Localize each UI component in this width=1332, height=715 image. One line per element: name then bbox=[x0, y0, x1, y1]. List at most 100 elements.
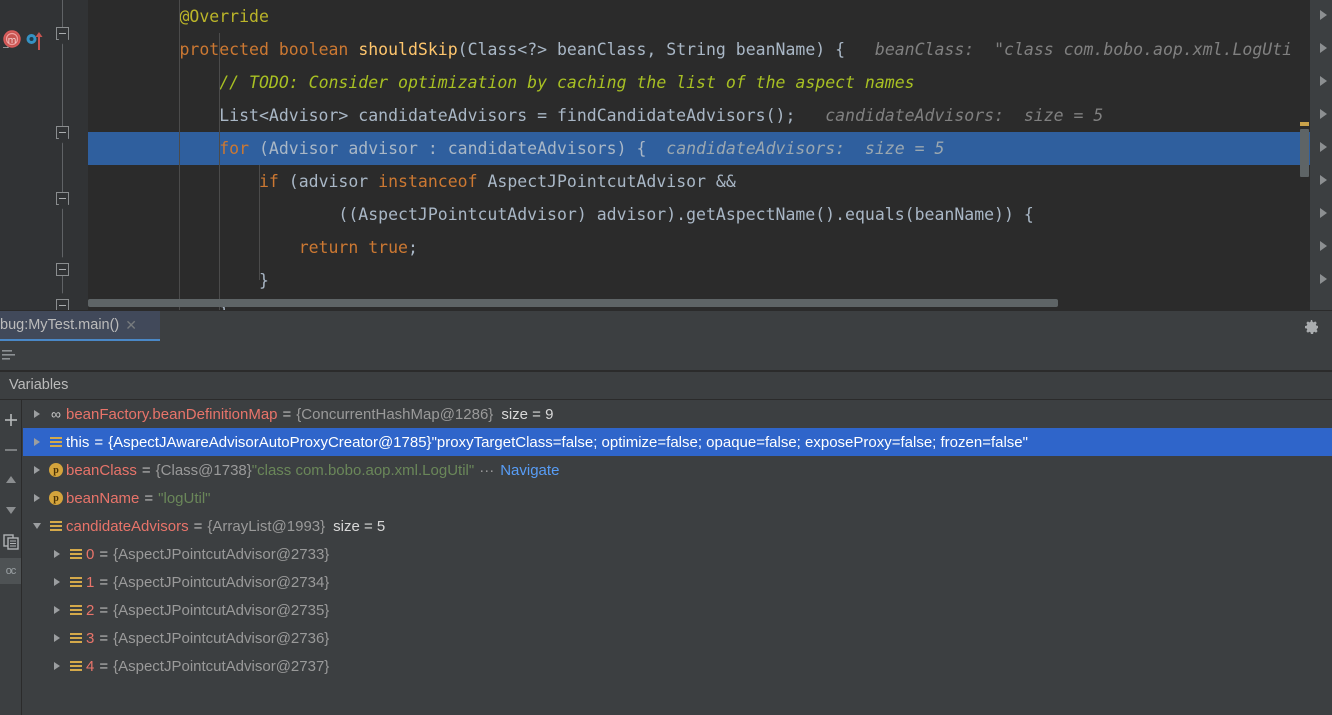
code-line[interactable]: // TODO: Consider optimization by cachin… bbox=[88, 66, 1332, 99]
code-token: } bbox=[258, 271, 269, 290]
code-token: // bbox=[219, 73, 250, 92]
variable-row[interactable]: this = {AspectJAwareAdvisorAutoProxyCreato… bbox=[23, 428, 1332, 456]
tab-debug-mytest-main[interactable]: bug:MyTest.main() ✕ bbox=[0, 311, 160, 342]
variable-type: {ArrayList@1993} bbox=[207, 517, 326, 535]
variable-row[interactable]: p beanName = "logUtil" bbox=[23, 484, 1332, 512]
equals-sign: = bbox=[141, 461, 151, 479]
code-text[interactable]: @Override protected boolean shouldSkip(C… bbox=[88, 0, 1332, 310]
debug-tool-window-tabbar[interactable]: bug:MyTest.main() ✕ bbox=[0, 310, 1332, 342]
chevron-right-fold-icon[interactable] bbox=[1320, 208, 1327, 218]
chevron-right-icon[interactable] bbox=[28, 438, 46, 446]
code-editor[interactable]: m @Override protected boolean shouldSkip… bbox=[0, 0, 1332, 310]
indent-guide bbox=[219, 33, 221, 310]
fold-marker-for[interactable] bbox=[56, 126, 69, 139]
variable-row[interactable]: 4 = {AspectJPointcutAdvisor@2737} bbox=[23, 652, 1332, 680]
twisty-arrow bbox=[33, 523, 41, 529]
chevron-right-fold-icon[interactable] bbox=[1320, 76, 1327, 86]
chevron-right-icon[interactable] bbox=[28, 410, 46, 418]
editor-vertical-scrollbar[interactable] bbox=[1300, 129, 1309, 177]
close-icon[interactable]: ✕ bbox=[125, 318, 137, 332]
chevron-right-icon[interactable] bbox=[48, 606, 66, 614]
code-token: candidateAdvisors: size = 5 bbox=[795, 106, 1104, 125]
code-folding-rail[interactable] bbox=[56, 0, 70, 310]
editor-horizontal-scrollbar[interactable] bbox=[88, 299, 1058, 307]
chevron-down-icon[interactable] bbox=[28, 523, 46, 529]
code-line[interactable]: if (advisor instanceof AspectJPointcutAd… bbox=[88, 165, 1332, 198]
copy-icon[interactable] bbox=[3, 534, 19, 550]
arrow-down-icon[interactable] bbox=[3, 502, 19, 518]
code-token: (Advisor advisor : candidateAdvisors) { bbox=[258, 139, 647, 158]
variable-row[interactable]: p beanClass = {Class@1738} "class com.bobo.… bbox=[23, 456, 1332, 484]
chevron-right-icon[interactable] bbox=[28, 494, 46, 502]
twisty-arrow bbox=[54, 606, 60, 614]
variable-name: 1 bbox=[86, 573, 95, 591]
chevron-right-fold-icon[interactable] bbox=[1320, 109, 1327, 119]
code-token: if bbox=[258, 172, 289, 191]
code-token: boolean bbox=[278, 40, 359, 59]
ellipsis-icon[interactable]: ··· bbox=[474, 462, 494, 479]
equals-sign: = bbox=[99, 573, 109, 591]
arrow-up-icon[interactable] bbox=[3, 472, 19, 488]
fold-marker-method-end[interactable] bbox=[56, 299, 69, 310]
variable-row[interactable]: ∞ beanFactory.beanDefinitionMap = {Concurre… bbox=[23, 400, 1332, 428]
chevron-right-icon[interactable] bbox=[48, 550, 66, 558]
fold-marker-method[interactable] bbox=[56, 27, 69, 40]
code-token: shouldSkip bbox=[358, 40, 458, 59]
overriding-method-icon[interactable] bbox=[26, 31, 44, 51]
code-line[interactable]: ((AspectJPointcutAdvisor) advisor).getAs… bbox=[88, 198, 1332, 231]
chevron-right-icon[interactable] bbox=[48, 578, 66, 586]
navigate-link[interactable]: Navigate bbox=[494, 462, 559, 479]
fold-marker-if[interactable] bbox=[56, 192, 69, 205]
variable-row[interactable]: candidateAdvisors = {ArrayList@1993} size =… bbox=[23, 512, 1332, 540]
variable-row[interactable]: 3 = {AspectJPointcutAdvisor@2736} bbox=[23, 624, 1332, 652]
code-token: true bbox=[368, 238, 408, 257]
chevron-right-fold-icon[interactable] bbox=[1320, 274, 1327, 284]
code-line[interactable]: return true; bbox=[88, 231, 1332, 264]
chevron-right-fold-icon[interactable] bbox=[1320, 10, 1327, 20]
chevron-right-fold-icon[interactable] bbox=[1320, 241, 1327, 251]
remove-watch-button[interactable] bbox=[3, 442, 19, 458]
code-token: instanceof bbox=[378, 172, 488, 191]
editor-gutter[interactable]: m bbox=[0, 0, 88, 310]
twisty-arrow bbox=[34, 494, 40, 502]
chevron-right-icon[interactable] bbox=[48, 634, 66, 642]
add-watch-button[interactable] bbox=[3, 412, 19, 428]
method-breakpoint-icon[interactable]: m bbox=[2, 30, 24, 52]
code-token: beanClass: "class com.bobo.aop.xml.LogUt… bbox=[845, 40, 1293, 59]
variable-row[interactable]: 0 = {AspectJPointcutAdvisor@2733} bbox=[23, 540, 1332, 568]
list-icon bbox=[66, 660, 86, 672]
chevron-right-icon[interactable] bbox=[48, 662, 66, 670]
watch-toggle-button[interactable]: oc bbox=[0, 558, 21, 584]
variable-string-value: "proxyTargetClass=false; optimize=false;… bbox=[431, 433, 1028, 451]
layout-settings-icon[interactable] bbox=[2, 349, 16, 362]
variable-row[interactable]: 2 = {AspectJPointcutAdvisor@2735} bbox=[23, 596, 1332, 624]
chevron-right-fold-icon[interactable] bbox=[1320, 43, 1327, 53]
code-line[interactable]: @Override bbox=[88, 0, 1332, 33]
chevron-right-fold-icon[interactable] bbox=[1320, 175, 1327, 185]
variables-sidebar-toolbar[interactable]: oc bbox=[0, 400, 22, 715]
twisty-arrow bbox=[34, 438, 40, 446]
variable-name: 2 bbox=[86, 601, 95, 619]
editor-fold-arrow-strip[interactable] bbox=[1310, 0, 1332, 310]
code-line[interactable]: } bbox=[88, 264, 1332, 297]
variable-type: {AspectJPointcutAdvisor@2734} bbox=[113, 573, 330, 591]
chevron-right-fold-icon[interactable] bbox=[1320, 142, 1327, 152]
code-line[interactable]: for (Advisor advisor : candidateAdvisors… bbox=[88, 132, 1332, 165]
code-token: for bbox=[219, 139, 259, 158]
debug-toolbar-row[interactable] bbox=[0, 341, 1332, 371]
list-icon bbox=[66, 632, 86, 644]
gear-icon[interactable] bbox=[1304, 319, 1320, 335]
chevron-right-icon[interactable] bbox=[28, 466, 46, 474]
code-line[interactable]: List<Advisor> candidateAdvisors = findCa… bbox=[88, 99, 1332, 132]
variable-row[interactable]: 1 = {AspectJPointcutAdvisor@2734} bbox=[23, 568, 1332, 596]
list-icon bbox=[66, 604, 86, 616]
variables-tree[interactable]: ∞ beanFactory.beanDefinitionMap = {Concurre… bbox=[23, 400, 1332, 715]
variable-string-value: "class com.bobo.aop.xml.LogUtil" bbox=[251, 461, 475, 479]
variable-name: candidateAdvisors bbox=[66, 517, 189, 535]
editor-error-stripe-marker bbox=[1300, 122, 1309, 126]
code-line[interactable]: protected boolean shouldSkip(Class<?> be… bbox=[88, 33, 1332, 66]
fold-marker-if-end[interactable] bbox=[56, 263, 69, 276]
list-icon bbox=[66, 548, 86, 560]
